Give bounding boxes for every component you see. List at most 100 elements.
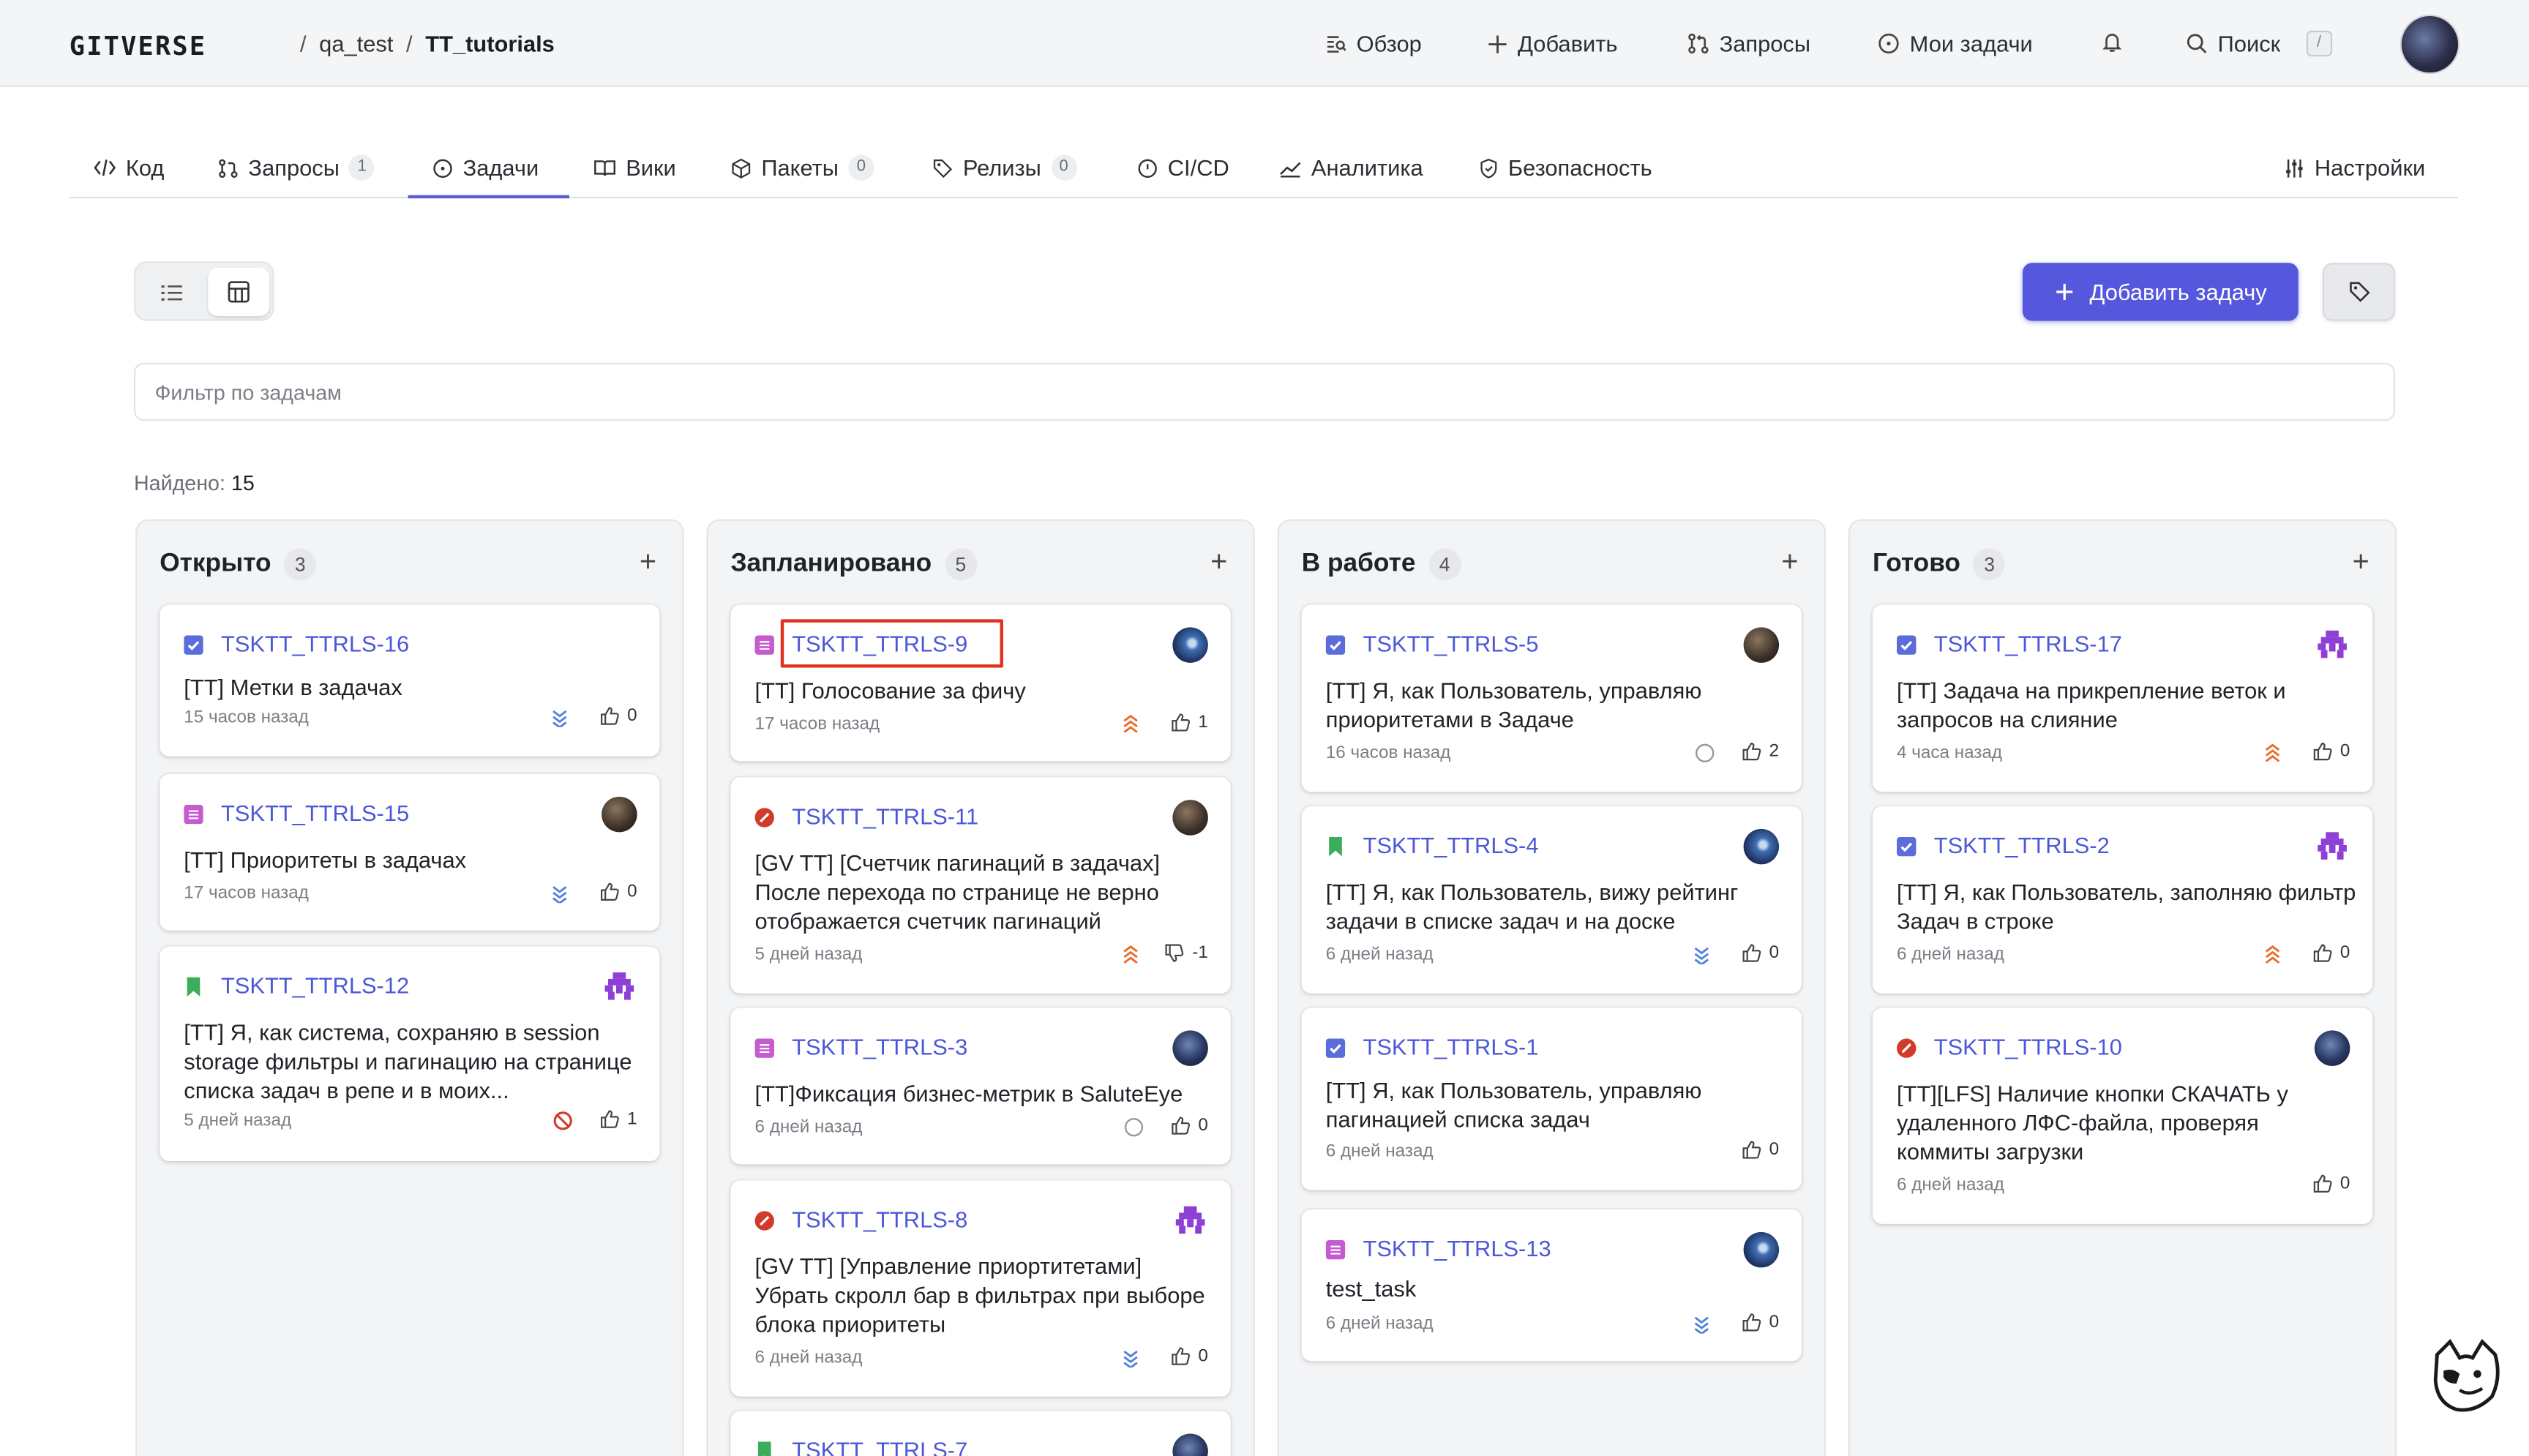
thumbs-up-icon[interactable] [1742,1313,1761,1332]
thumbs-up-icon[interactable] [1742,1140,1761,1159]
assignee-avatar[interactable] [1172,1433,1208,1456]
task-title[interactable]: [TT] Голосование за фичу [755,676,1215,705]
task-card[interactable]: TSKTT_TTRLS-7 [730,1411,1231,1456]
tab-security[interactable]: Безопасность [1479,155,1652,181]
task-title[interactable]: [TT] Метки в задачах [184,672,643,702]
thumbs-up-icon[interactable] [1171,713,1190,732]
task-id-link[interactable]: TSKTT_TTRLS-8 [792,1207,967,1232]
tab-pull-requests[interactable]: Запросы 1 [218,154,375,181]
nav-pull-requests[interactable]: Запросы [1687,31,1810,56]
task-filter-input[interactable] [133,362,2396,421]
tab-cicd[interactable]: CI/CD [1137,155,1229,181]
task-title[interactable]: [TT] Я, как Пользователь, вижу рейтинг з… [1326,877,1786,935]
task-card[interactable]: TSKTT_TTRLS-17 [TT] Задача на прикреплени… [1872,604,2373,792]
task-card[interactable]: TSKTT_TTRLS-16 [TT] Метки в задачах 15 час… [160,604,660,757]
assignee-avatar[interactable] [1743,1231,1780,1268]
mascot-icon[interactable] [2427,1335,2505,1416]
user-avatar[interactable] [2399,14,2460,75]
add-card-button[interactable]: + [1781,545,1798,579]
task-title[interactable]: [GV TT] [Управление приортитетами] Убрат… [755,1251,1215,1338]
task-card[interactable]: TSKTT_TTRLS-8 [GV TT] [Управление приорти… [730,1180,1231,1397]
gitverse-logo[interactable]: GITVERSE [70,31,206,61]
task-id-link[interactable]: TSKTT_TTRLS-17 [1934,631,2122,656]
assignee-avatar[interactable] [602,969,637,1005]
task-title[interactable]: [TT] Приоритеты в задачах [184,845,643,874]
task-id-link[interactable]: TSKTT_TTRLS-9 [792,631,967,656]
breadcrumb-owner[interactable]: qa_test [319,31,393,56]
thumbs-up-icon[interactable] [2312,1174,2332,1193]
task-title[interactable]: [TT] Я, как Пользователь, управляю приор… [1326,676,1786,734]
tab-wiki[interactable]: Вики [593,155,676,181]
breadcrumb-repo[interactable]: TT_tutorials [425,31,555,56]
task-card[interactable]: TSKTT_TTRLS-10 [TT][LFS] Наличие кнопки С… [1872,1007,2373,1224]
task-title[interactable]: [TT] Я, как Пользователь, заполняю фильт… [1897,877,2356,935]
task-card[interactable]: TSKTT_TTRLS-2 [TT] Я, как Пользователь, з… [1872,806,2373,994]
assignee-avatar[interactable] [2314,828,2350,865]
thumbs-up-icon[interactable] [600,706,619,725]
assignee-avatar[interactable] [1172,800,1208,836]
nav-my-tasks[interactable]: Мои задачи [1878,31,2033,56]
task-title[interactable]: [TT]Фиксация бизнес-метрик в SaluteEye [755,1079,1215,1108]
task-id-link[interactable]: TSKTT_TTRLS-13 [1363,1235,1551,1261]
task-card[interactable]: TSKTT_TTRLS-4 [TT] Я, как Пользователь, в… [1301,806,1802,994]
task-id-link[interactable]: TSKTT_TTRLS-12 [221,972,409,998]
task-id-link[interactable]: TSKTT_TTRLS-16 [221,631,409,656]
assignee-avatar[interactable] [2314,1030,2350,1066]
tab-issues[interactable]: Задачи [432,155,539,181]
add-card-button[interactable]: + [640,545,656,579]
board-view-button[interactable] [208,267,270,317]
nav-add[interactable]: Добавить [1487,31,1617,56]
task-title[interactable]: [GV TT] [Счетчик пагинаций в задачах] По… [755,848,1215,935]
thumbs-down-icon[interactable] [1165,943,1184,962]
assignee-avatar[interactable] [1172,1030,1208,1066]
assignee-avatar[interactable] [1172,627,1208,663]
task-id-link[interactable]: TSKTT_TTRLS-15 [221,800,409,825]
task-id-link[interactable]: TSKTT_TTRLS-3 [792,1034,967,1059]
thumbs-up-icon[interactable] [1171,1346,1190,1365]
assignee-avatar[interactable] [1172,1203,1208,1239]
nav-overview[interactable]: Обзор [1325,31,1422,56]
thumbs-up-icon[interactable] [2312,943,2332,962]
labels-button[interactable] [2322,263,2396,321]
task-card[interactable]: TSKTT_TTRLS-3 [TT]Фиксация бизнес-метрик … [730,1007,1231,1165]
add-task-button[interactable]: Добавить задачу [2022,263,2298,321]
tab-analytics[interactable]: Аналитика [1279,155,1423,181]
search-button[interactable]: Поиск / [2186,30,2332,57]
task-card[interactable]: TSKTT_TTRLS-15 [TT] Приоритеты в задачах 1… [160,773,660,931]
task-id-link[interactable]: TSKTT_TTRLS-11 [792,803,978,829]
task-title[interactable]: test_task [1326,1274,1786,1303]
task-id-link[interactable]: TSKTT_TTRLS-1 [1363,1034,1538,1059]
assignee-avatar[interactable] [602,796,637,833]
task-title[interactable]: [TT] Я, как Пользователь, управляю пагин… [1326,1076,1786,1133]
assignee-avatar[interactable] [1743,828,1780,865]
thumbs-up-icon[interactable] [1171,1116,1190,1135]
task-title[interactable]: [TT] Я, как система, сохраняю в session … [184,1018,643,1105]
task-card[interactable]: TSKTT_TTRLS-12 [TT] Я, как система, сохра… [160,946,660,1161]
task-card[interactable]: TSKTT_TTRLS-11 [GV TT] [Счетчик пагинаций… [730,777,1231,994]
task-title[interactable]: [TT][LFS] Наличие кнопки СКАЧАТЬ у удале… [1897,1079,2356,1166]
task-id-link[interactable]: TSKTT_TTRLS-4 [1363,832,1538,858]
thumbs-up-icon[interactable] [2312,742,2332,761]
assignee-avatar[interactable] [2314,627,2350,663]
thumbs-up-icon[interactable] [600,882,619,901]
task-card[interactable]: TSKTT_TTRLS-13 test_task 6 дней назад 0 [1301,1209,1802,1362]
thumbs-up-icon[interactable] [1742,943,1761,962]
add-card-button[interactable]: + [1210,545,1227,579]
list-view-button[interactable] [140,268,202,316]
tab-settings[interactable]: Настройки [2284,155,2425,181]
tab-releases[interactable]: Релизы 0 [932,154,1077,181]
task-id-link[interactable]: TSKTT_TTRLS-5 [1363,631,1538,656]
notifications-button[interactable] [2102,31,2123,53]
task-id-link[interactable]: TSKTT_TTRLS-10 [1934,1034,2122,1059]
task-id-link[interactable]: TSKTT_TTRLS-7 [792,1437,967,1456]
assignee-avatar[interactable] [1743,627,1780,663]
task-card[interactable]: TSKTT_TTRLS-5 [TT] Я, как Пользователь, у… [1301,604,1802,792]
thumbs-up-icon[interactable] [600,1109,619,1128]
task-title[interactable]: [TT] Задача на прикрепление веток и запр… [1897,676,2356,734]
task-card[interactable]: TSKTT_TTRLS-1 [TT] Я, как Пользователь, у… [1301,1007,1802,1190]
task-id-link[interactable]: TSKTT_TTRLS-2 [1934,832,2110,858]
tab-code[interactable]: Код [94,155,164,181]
add-card-button[interactable]: + [2353,545,2369,579]
task-card[interactable]: TSKTT_TTRLS-9 [TT] Голосование за фичу 17 … [730,604,1231,762]
tab-packages[interactable]: Пакеты 0 [730,154,874,181]
